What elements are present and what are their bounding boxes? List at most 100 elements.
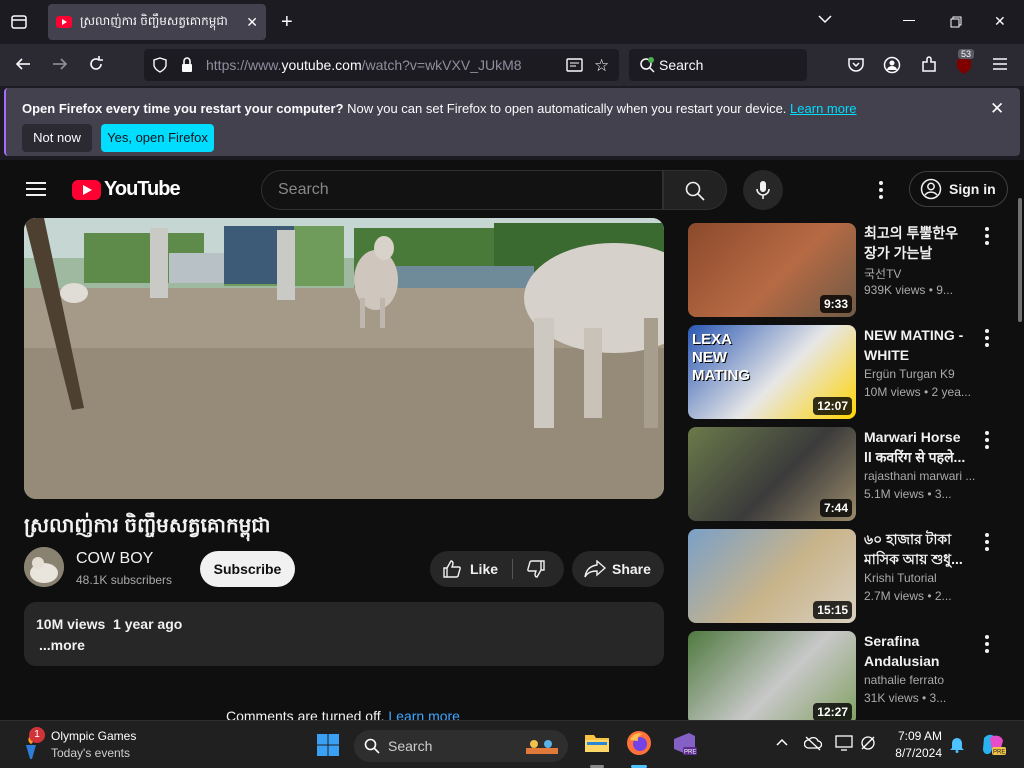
recommended-channel[interactable]: Ergün Turgan K9 xyxy=(864,367,982,381)
back-icon[interactable] xyxy=(14,55,32,73)
network-volume-icon[interactable] xyxy=(860,735,878,751)
dislike-icon[interactable] xyxy=(526,559,546,579)
tab-close-icon[interactable]: ✕ xyxy=(246,14,258,31)
like-dislike-group: Like xyxy=(430,551,564,587)
subscriber-count: 48.1K subscribers xyxy=(76,573,173,587)
video-duration: 15:15 xyxy=(813,601,852,619)
settings-kebab-icon[interactable] xyxy=(878,181,884,199)
channel-avatar[interactable] xyxy=(24,547,64,587)
comments-learn-more-link[interactable]: Learn more xyxy=(388,708,460,720)
recommended-channel[interactable]: nathalie ferrato xyxy=(864,673,982,687)
clock-time[interactable]: 7:09 AM xyxy=(890,729,942,743)
taskbar-search[interactable]: Search xyxy=(354,730,568,762)
minimize-button[interactable] xyxy=(903,20,915,21)
extension-badge: 53 xyxy=(958,49,975,59)
close-window-button[interactable]: ✕ xyxy=(994,13,1006,30)
youtube-search-input[interactable]: Search xyxy=(261,170,663,210)
new-tab-button[interactable]: + xyxy=(281,11,293,34)
video-thumbnail[interactable]: LEXA NEW MATING 12:07 xyxy=(688,325,856,419)
video-thumbnail[interactable]: 15:15 xyxy=(688,529,856,623)
recommended-kebab-icon[interactable] xyxy=(984,227,990,245)
recommended-kebab-icon[interactable] xyxy=(984,329,990,347)
recommended-video[interactable]: 7:44 Marwari Horse ll कवरिंग से पहले... ra… xyxy=(688,427,1018,523)
show-more-link[interactable]: ...more xyxy=(39,637,85,653)
list-tabs-icon[interactable] xyxy=(818,14,832,24)
recommended-kebab-icon[interactable] xyxy=(984,431,990,449)
video-title: ស្រលាញ់ការ ចិញ្ចឹមសត្វគោកម្ពុជា xyxy=(24,515,271,537)
address-bar[interactable]: https://www.youtube.com/watch?v=wkVXV_JU… xyxy=(144,49,619,81)
clock-date[interactable]: 8/7/2024 xyxy=(890,746,942,760)
search-bar[interactable]: Search xyxy=(629,49,807,81)
reload-icon[interactable] xyxy=(87,55,105,73)
description-box[interactable]: 10M views 1 year ago ...more xyxy=(24,602,664,666)
channel-name[interactable]: COW BOY xyxy=(76,550,153,568)
video-thumbnail[interactable]: 9:33 xyxy=(688,223,856,317)
sign-in-button[interactable]: Sign in xyxy=(909,171,1008,207)
url-text[interactable]: https://www.youtube.com/watch?v=wkVXV_JU… xyxy=(206,57,522,73)
svg-text:PRE: PRE xyxy=(684,750,696,756)
pocket-icon[interactable] xyxy=(847,56,865,74)
recommended-meta: 5.1M views • 3... xyxy=(864,487,952,501)
recommended-title[interactable]: Serafina Andalusian filly... xyxy=(864,631,972,671)
recommended-channel[interactable]: Krishi Tutorial xyxy=(864,571,982,585)
recommended-title[interactable]: ৬০ হাজার টাকা মাসিক আয় শুধু... xyxy=(864,529,972,569)
recommended-title[interactable]: Marwari Horse ll कवरिंग से पहले... xyxy=(864,427,972,467)
youtube-logo-icon xyxy=(72,179,101,200)
share-label: Share xyxy=(612,561,651,577)
copilot-preview-icon[interactable]: PRE xyxy=(980,732,1006,758)
recommended-title[interactable]: NEW MATING - WHITE GERMA... xyxy=(864,325,972,365)
video-player[interactable] xyxy=(24,218,664,499)
widget-title[interactable]: Olympic Games xyxy=(51,729,136,743)
open-firefox-button[interactable]: Yes, open Firefox xyxy=(101,124,214,152)
widget-subtitle[interactable]: Today's events xyxy=(51,746,130,760)
visual-studio-preview-icon[interactable]: PRE xyxy=(671,731,697,757)
voice-search-button[interactable] xyxy=(743,170,783,210)
recommended-channel[interactable]: 국선TV xyxy=(864,265,982,282)
recommended-title[interactable]: 최고의 투뿔한우 장가 가는날 xyxy=(864,223,972,263)
video-thumbnail[interactable]: 7:44 xyxy=(688,427,856,521)
video-thumbnail[interactable]: 12:27 xyxy=(688,631,856,720)
cloud-sync-icon[interactable] xyxy=(804,735,822,751)
account-icon[interactable] xyxy=(883,56,901,74)
recommended-meta: 31K views • 3... xyxy=(864,691,947,705)
active-tab[interactable]: ស្រលាញ់ការ ចិញ្ចឹមសត្វគោកម្ពុជា ✕ xyxy=(48,4,266,40)
notification-learn-more-link[interactable]: Learn more xyxy=(790,101,856,116)
extensions-icon[interactable] xyxy=(920,56,938,74)
tab-strip: ស្រលាញ់ការ ចិញ្ចឹមសត្វគោកម្ពុជា ✕ + ✕ xyxy=(0,0,1024,44)
notification-bell-icon[interactable] xyxy=(949,735,965,753)
menu-icon[interactable] xyxy=(992,57,1008,71)
page-scrollbar[interactable] xyxy=(1018,198,1022,322)
recommended-video[interactable]: 15:15 ৬০ হাজার টাকা মাসিক আয় শুধু... Kris… xyxy=(688,529,1018,625)
recommended-channel[interactable]: rajasthani marwari ... xyxy=(864,469,982,483)
file-explorer-icon[interactable] xyxy=(584,731,610,755)
recommended-video[interactable]: 9:33 최고의 투뿔한우 장가 가는날국선TV 939K views • 9... xyxy=(688,223,1018,319)
recommended-kebab-icon[interactable] xyxy=(984,635,990,653)
recommended-video[interactable]: LEXA NEW MATING 12:07 NEW MATING - WHITE G… xyxy=(688,325,1018,421)
hamburger-menu-icon[interactable] xyxy=(26,181,46,197)
recommended-meta: 939K views • 9... xyxy=(864,283,953,297)
forward-icon[interactable] xyxy=(51,55,69,73)
firefox-icon[interactable] xyxy=(626,730,652,756)
like-label[interactable]: Like xyxy=(470,561,498,577)
search-engine-icon[interactable] xyxy=(639,57,655,73)
subscribe-button[interactable]: Subscribe xyxy=(200,551,295,587)
firefox-view-icon[interactable] xyxy=(10,13,28,31)
notification-close-icon[interactable]: ✕ xyxy=(990,99,1004,119)
youtube-search-button[interactable] xyxy=(663,170,727,210)
youtube-logo[interactable]: YouTube xyxy=(72,178,181,201)
windows-start-icon[interactable] xyxy=(316,733,340,757)
lock-icon[interactable] xyxy=(180,57,194,73)
recommended-kebab-icon[interactable] xyxy=(984,533,990,551)
hidden-icons-chevron[interactable] xyxy=(776,738,788,746)
bookmark-star-icon[interactable]: ☆ xyxy=(594,56,609,76)
navigation-bar: https://www.youtube.com/watch?v=wkVXV_JU… xyxy=(0,44,1024,86)
video-duration: 12:07 xyxy=(813,397,852,415)
share-button[interactable]: Share xyxy=(572,551,664,587)
display-icon[interactable] xyxy=(835,735,853,751)
reader-view-icon[interactable] xyxy=(566,57,583,73)
restore-button[interactable] xyxy=(950,16,962,28)
shield-icon[interactable] xyxy=(152,57,168,73)
recommended-video[interactable]: 12:27 Serafina Andalusian filly... nathali… xyxy=(688,631,1018,720)
not-now-button[interactable]: Not now xyxy=(22,124,92,152)
like-icon[interactable] xyxy=(442,559,462,579)
